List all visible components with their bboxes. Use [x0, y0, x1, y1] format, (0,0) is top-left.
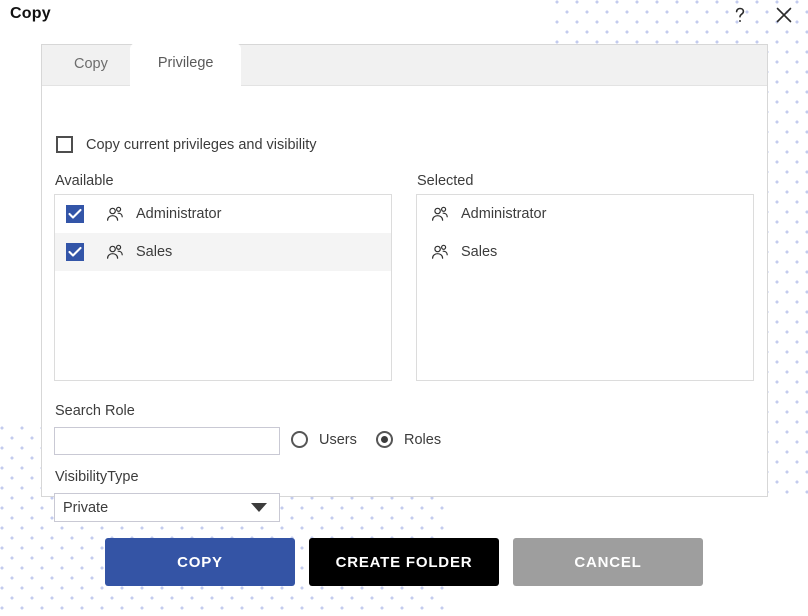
question-mark-icon[interactable]: [728, 3, 752, 27]
copy-privileges-label: Copy current privileges and visibility: [86, 136, 317, 153]
search-role-input[interactable]: [54, 427, 280, 455]
cancel-button[interactable]: CANCEL: [513, 538, 703, 586]
tab-copy[interactable]: Copy: [52, 44, 130, 85]
available-list[interactable]: Administrator Sales: [54, 194, 392, 381]
radio-roles[interactable]: Roles: [376, 431, 441, 448]
chevron-down-icon: [251, 503, 267, 512]
page-title: Copy: [10, 5, 51, 22]
radio-roles-label: Roles: [404, 431, 442, 448]
list-item-label: Administrator: [461, 206, 547, 222]
footer-buttons: COPY CREATE FOLDER CANCEL: [0, 537, 808, 587]
radio-users[interactable]: Users: [291, 431, 357, 448]
radio-users-label: Users: [319, 431, 357, 448]
group-icon: [105, 204, 125, 224]
selected-column-label: Selected: [417, 173, 474, 189]
list-item[interactable]: Sales: [417, 233, 753, 271]
close-icon[interactable]: [772, 3, 796, 27]
panel-body: Copy current privileges and visibility A…: [42, 86, 767, 522]
visibility-type-select[interactable]: Private: [54, 493, 280, 522]
tab-strip: Copy Privilege: [42, 43, 767, 86]
copy-privileges-checkbox-row[interactable]: Copy current privileges and visibility: [56, 136, 317, 153]
tab-privilege[interactable]: Privilege: [129, 43, 242, 86]
radio-roles-control[interactable]: [376, 431, 393, 448]
search-role-label: Search Role: [55, 403, 135, 419]
group-icon: [430, 242, 450, 262]
privilege-dialog-panel: Copy Privilege Copy current privileges a…: [41, 43, 768, 522]
checkbox-checked[interactable]: [66, 243, 84, 261]
radio-users-control[interactable]: [291, 431, 308, 448]
list-item[interactable]: Administrator: [55, 195, 391, 233]
visibility-type-value: Private: [63, 499, 109, 516]
group-icon: [105, 242, 125, 262]
group-icon: [430, 204, 450, 224]
list-item-label: Sales: [136, 244, 173, 260]
copy-button[interactable]: COPY: [105, 538, 295, 586]
available-column-label: Available: [55, 173, 114, 189]
visibility-type-label: VisibilityType: [55, 469, 139, 485]
list-item[interactable]: Administrator: [417, 195, 753, 233]
list-item[interactable]: Sales: [55, 233, 391, 271]
copy-privileges-checkbox[interactable]: [56, 136, 73, 153]
list-item-label: Administrator: [136, 206, 222, 222]
checkbox-checked[interactable]: [66, 205, 84, 223]
list-item-label: Sales: [461, 244, 498, 260]
create-folder-button[interactable]: CREATE FOLDER: [309, 538, 499, 586]
dialog-header: Copy: [0, 0, 808, 40]
selected-list[interactable]: Administrator Sales: [416, 194, 754, 381]
